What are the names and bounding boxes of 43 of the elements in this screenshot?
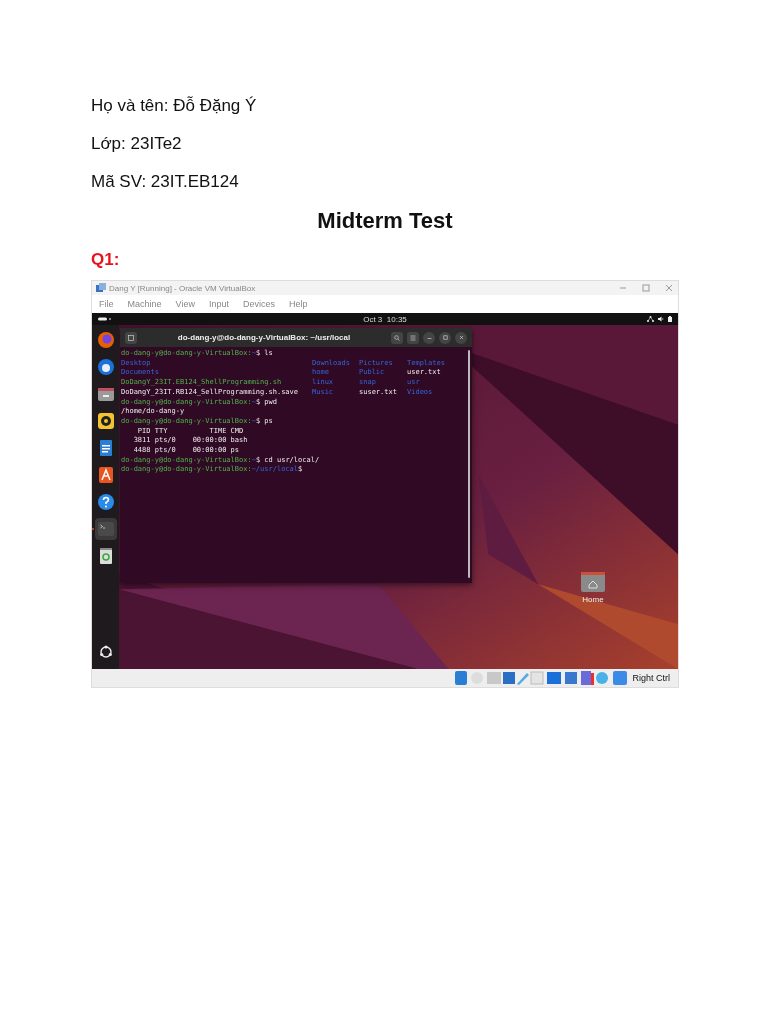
menu-item[interactable]: File: [99, 299, 114, 309]
info-line: Họ và tên: Đỗ Đặng Ý: [91, 95, 258, 117]
menu-button[interactable]: [407, 331, 419, 344]
maximize-icon: [442, 335, 448, 340]
terminal-icon: [96, 520, 115, 538]
document-title: Midterm Test: [316, 208, 454, 235]
menu-item[interactable]: Help: [288, 299, 308, 309]
folder-label: Home: [582, 595, 604, 604]
mail-icon: [96, 358, 115, 376]
terminal-title: do-dang-y@do-dang-y-VirtualBox: ~/usr/local: [176, 333, 352, 342]
search-button[interactable]: [391, 331, 403, 344]
store-icon: [96, 466, 115, 484]
network-icon[interactable]: [647, 316, 654, 322]
minimize-button[interactable]: [423, 331, 435, 344]
folder-icon: [96, 385, 115, 403]
clock[interactable]: Oct 3 10:35: [363, 314, 407, 324]
host-key-label: Right Ctrl: [632, 673, 670, 683]
new-tab-button[interactable]: [125, 331, 137, 344]
menu-item[interactable]: Machine: [127, 299, 162, 309]
maximize-button[interactable]: [439, 331, 451, 344]
info-line: Mã SV: 23IT.EB124: [91, 171, 240, 193]
browser-icon: [96, 331, 115, 349]
show-apps-icon[interactable]: [98, 645, 113, 659]
volume-icon[interactable]: [658, 316, 664, 322]
workspace-indicator-icon[interactable]: [98, 317, 112, 321]
menu-item[interactable]: Input: [208, 299, 229, 309]
menu-icon: [410, 334, 416, 341]
tab-icon: [128, 334, 134, 341]
close-icon[interactable]: [664, 283, 674, 293]
battery-icon[interactable]: [668, 316, 672, 322]
menu-item[interactable]: View: [175, 299, 195, 309]
search-icon: [394, 334, 400, 341]
menu-item[interactable]: Devices: [242, 299, 275, 309]
minimize-icon: [426, 335, 432, 340]
info-line: Lớp: 23ITe2: [91, 133, 183, 155]
close-icon: [458, 335, 464, 340]
help-icon: [96, 493, 115, 511]
speaker-icon: [96, 412, 115, 430]
question-label: Q1:: [91, 250, 121, 271]
window-title: Dang Y [Running] - Oracle VM VirtualBox: [109, 283, 256, 293]
scrollbar[interactable]: [468, 350, 470, 578]
app-icon: [96, 283, 106, 293]
close-button[interactable]: [455, 331, 467, 344]
